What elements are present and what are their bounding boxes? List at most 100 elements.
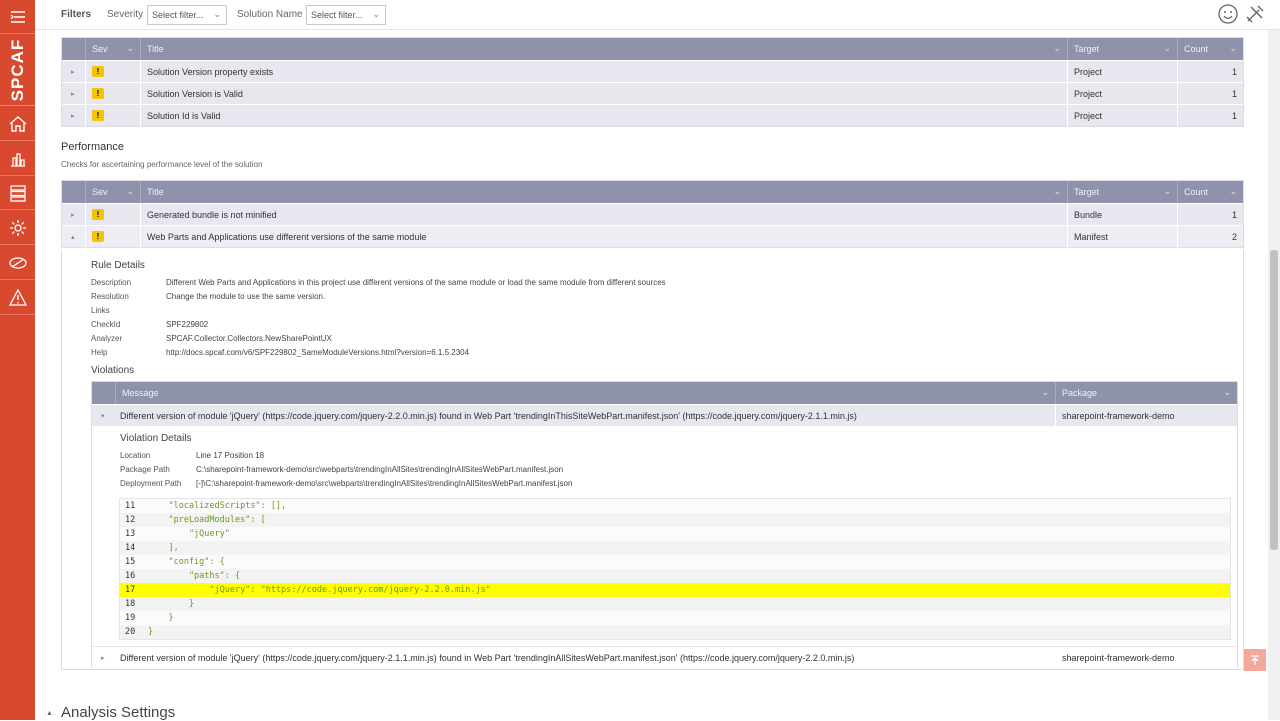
violation-package: sharepoint-framework-demo bbox=[1062, 411, 1175, 421]
back-to-top-button[interactable] bbox=[1244, 649, 1266, 671]
chevron-down-icon: ⌄ bbox=[1223, 387, 1231, 397]
collapse-arrow-icon[interactable]: ▾ bbox=[101, 412, 105, 420]
solution-name-filter-select[interactable]: Select filter... ⌄ bbox=[306, 5, 386, 25]
rule-title: Web Parts and Applications use different… bbox=[141, 226, 1068, 248]
arrow-up-icon bbox=[1251, 655, 1259, 665]
col-label: Title bbox=[147, 187, 164, 197]
chevron-down-icon: ⌄ bbox=[372, 9, 380, 19]
expand-cell bbox=[62, 61, 86, 83]
code-text: "preLoadModules": [ bbox=[148, 515, 266, 525]
code-line: 12 "preLoadModules": [ bbox=[120, 513, 1230, 527]
sidebar-item-settings[interactable] bbox=[0, 211, 35, 245]
line-number: 14 bbox=[125, 543, 136, 553]
code-text: } bbox=[148, 599, 195, 609]
violations-heading: Violations bbox=[91, 365, 135, 376]
rule-title: Solution Version property exists bbox=[141, 61, 1068, 83]
col-label: Target bbox=[1074, 44, 1100, 54]
line-number: 19 bbox=[125, 613, 136, 623]
col-header-count[interactable]: Count ⌄ bbox=[1178, 181, 1243, 203]
sev-cell bbox=[86, 61, 141, 83]
list-icon bbox=[9, 184, 26, 202]
smiley-feedback-icon[interactable] bbox=[1217, 3, 1239, 25]
rule-target: Bundle bbox=[1068, 204, 1178, 226]
sidebar-item-home[interactable] bbox=[0, 107, 35, 141]
resolution-value: Change the module to use the same versio… bbox=[166, 292, 326, 301]
grid-header: Sev ⌄ Title ⌄ Target ⌄ Count ⌄ bbox=[62, 38, 1243, 60]
violations-grid-header: Message ⌄ Package ⌄ bbox=[92, 382, 1237, 404]
rule-row[interactable]: ▸! Solution Version is Valid Project 1 bbox=[62, 82, 1243, 105]
chevron-down-icon: ⌄ bbox=[126, 43, 134, 53]
col-header-count[interactable]: Count ⌄ bbox=[1178, 38, 1243, 60]
rule-title: Solution Version is Valid bbox=[141, 83, 1068, 105]
expand-cell bbox=[62, 204, 86, 226]
rules-grid-performance: Sev ⌄ Title ⌄ Target ⌄ Count ⌄ ▸! Generated b… bbox=[61, 180, 1244, 248]
code-text: "jQuery" bbox=[148, 529, 230, 539]
expand-col-header bbox=[62, 38, 86, 60]
help-link[interactable]: http://docs.spcaf.com/v6/SPF229802_SameM… bbox=[166, 348, 469, 357]
rule-row[interactable]: ▸! Solution Id is Valid Project 1 bbox=[62, 104, 1243, 127]
code-line: 14 ], bbox=[120, 541, 1230, 555]
col-header-package[interactable]: Package ⌄ bbox=[1056, 382, 1237, 404]
logo-text: SPCAF bbox=[8, 38, 27, 102]
col-header-title[interactable]: Title ⌄ bbox=[141, 38, 1068, 60]
chevron-down-icon: ⌄ bbox=[1053, 186, 1061, 196]
rule-row[interactable]: ▸! Generated bundle is not minified Bundle… bbox=[62, 203, 1243, 226]
violation-package: sharepoint-framework-demo bbox=[1062, 653, 1175, 663]
sidebar-item-results[interactable] bbox=[0, 176, 35, 210]
tools-icon[interactable] bbox=[1244, 3, 1266, 25]
rule-row[interactable]: ▸! Solution Version property exists Projec… bbox=[62, 60, 1243, 83]
checkid-value: SPF229802 bbox=[166, 320, 209, 329]
scrollbar-thumb[interactable] bbox=[1270, 250, 1278, 550]
code-text: } bbox=[148, 613, 174, 623]
analysis-settings-heading[interactable]: Analysis Settings bbox=[61, 704, 175, 721]
solution-filter-placeholder: Select filter... bbox=[311, 10, 363, 20]
sidebar-item-dashboard[interactable] bbox=[0, 142, 35, 176]
col-header-sev[interactable]: Sev ⌄ bbox=[86, 38, 141, 60]
rules-grid-top: Sev ⌄ Title ⌄ Target ⌄ Count ⌄ ▸! Solution Ve… bbox=[61, 37, 1244, 127]
violation-row[interactable]: ▾ Different version of module 'jQuery' (… bbox=[92, 404, 1237, 427]
filter-bar: Filters Severity Select filter... ⌄ Solu… bbox=[35, 0, 1280, 30]
expand-arrow-icon[interactable]: ▲ bbox=[46, 710, 53, 717]
expand-arrow-icon[interactable]: ▸ bbox=[101, 654, 105, 662]
grid-header: Sev ⌄ Title ⌄ Target ⌄ Count ⌄ bbox=[62, 181, 1243, 203]
home-icon bbox=[9, 115, 26, 132]
sidebar-item-warnings[interactable] bbox=[0, 281, 35, 315]
rule-count: 2 bbox=[1231, 232, 1237, 242]
violation-message: Different version of module 'jQuery' (ht… bbox=[116, 405, 1056, 427]
code-line: 11 "localizedScripts": [], bbox=[120, 499, 1230, 513]
col-label: Target bbox=[1074, 187, 1100, 197]
package-path-key: Package Path bbox=[120, 465, 170, 474]
chevron-down-icon: ⌄ bbox=[126, 186, 134, 196]
line-number: 20 bbox=[125, 627, 136, 637]
code-text: "paths": { bbox=[148, 571, 241, 581]
line-number: 17 bbox=[125, 585, 136, 595]
line-number: 18 bbox=[125, 599, 136, 609]
sidebar-item-tags[interactable] bbox=[0, 246, 35, 280]
col-header-target[interactable]: Target ⌄ bbox=[1068, 38, 1178, 60]
col-header-title[interactable]: Title ⌄ bbox=[141, 181, 1068, 203]
page-scrollbar[interactable] bbox=[1268, 30, 1280, 720]
analyzer-key: Analyzer bbox=[91, 334, 123, 343]
col-header-message[interactable]: Message ⌄ bbox=[116, 382, 1056, 404]
location-key: Location bbox=[120, 451, 151, 460]
expand-col-header bbox=[62, 181, 86, 203]
col-header-target[interactable]: Target ⌄ bbox=[1068, 181, 1178, 203]
line-number: 13 bbox=[125, 529, 136, 539]
deployment-path-value: [-]\C:\sharepoint-framework-demo\src\web… bbox=[196, 479, 573, 488]
resolution-key: Resolution bbox=[91, 292, 129, 301]
chevron-down-icon: ⌄ bbox=[1053, 43, 1061, 53]
rule-title: Generated bundle is not minified bbox=[141, 204, 1068, 226]
severity-label: Severity bbox=[107, 9, 144, 20]
col-label: Sev bbox=[92, 44, 108, 54]
chevron-down-icon: ⌄ bbox=[1041, 387, 1049, 397]
chevron-down-icon: ⌄ bbox=[1163, 43, 1171, 53]
code-text: "localizedScripts": [], bbox=[148, 501, 287, 511]
rule-row[interactable]: ▴! Web Parts and Applications use differe… bbox=[62, 225, 1243, 248]
col-header-sev[interactable]: Sev ⌄ bbox=[86, 181, 141, 203]
code-viewer: 11 "localizedScripts": [], 12 "preLoadMod… bbox=[119, 498, 1231, 640]
chevron-down-icon: ⌄ bbox=[1229, 43, 1237, 53]
col-label: Count bbox=[1184, 44, 1209, 54]
violation-row[interactable]: ▸ Different version of module 'jQuery' (… bbox=[92, 646, 1237, 669]
menu-button[interactable] bbox=[0, 0, 35, 34]
severity-filter-select[interactable]: Select filter... ⌄ bbox=[147, 5, 227, 25]
